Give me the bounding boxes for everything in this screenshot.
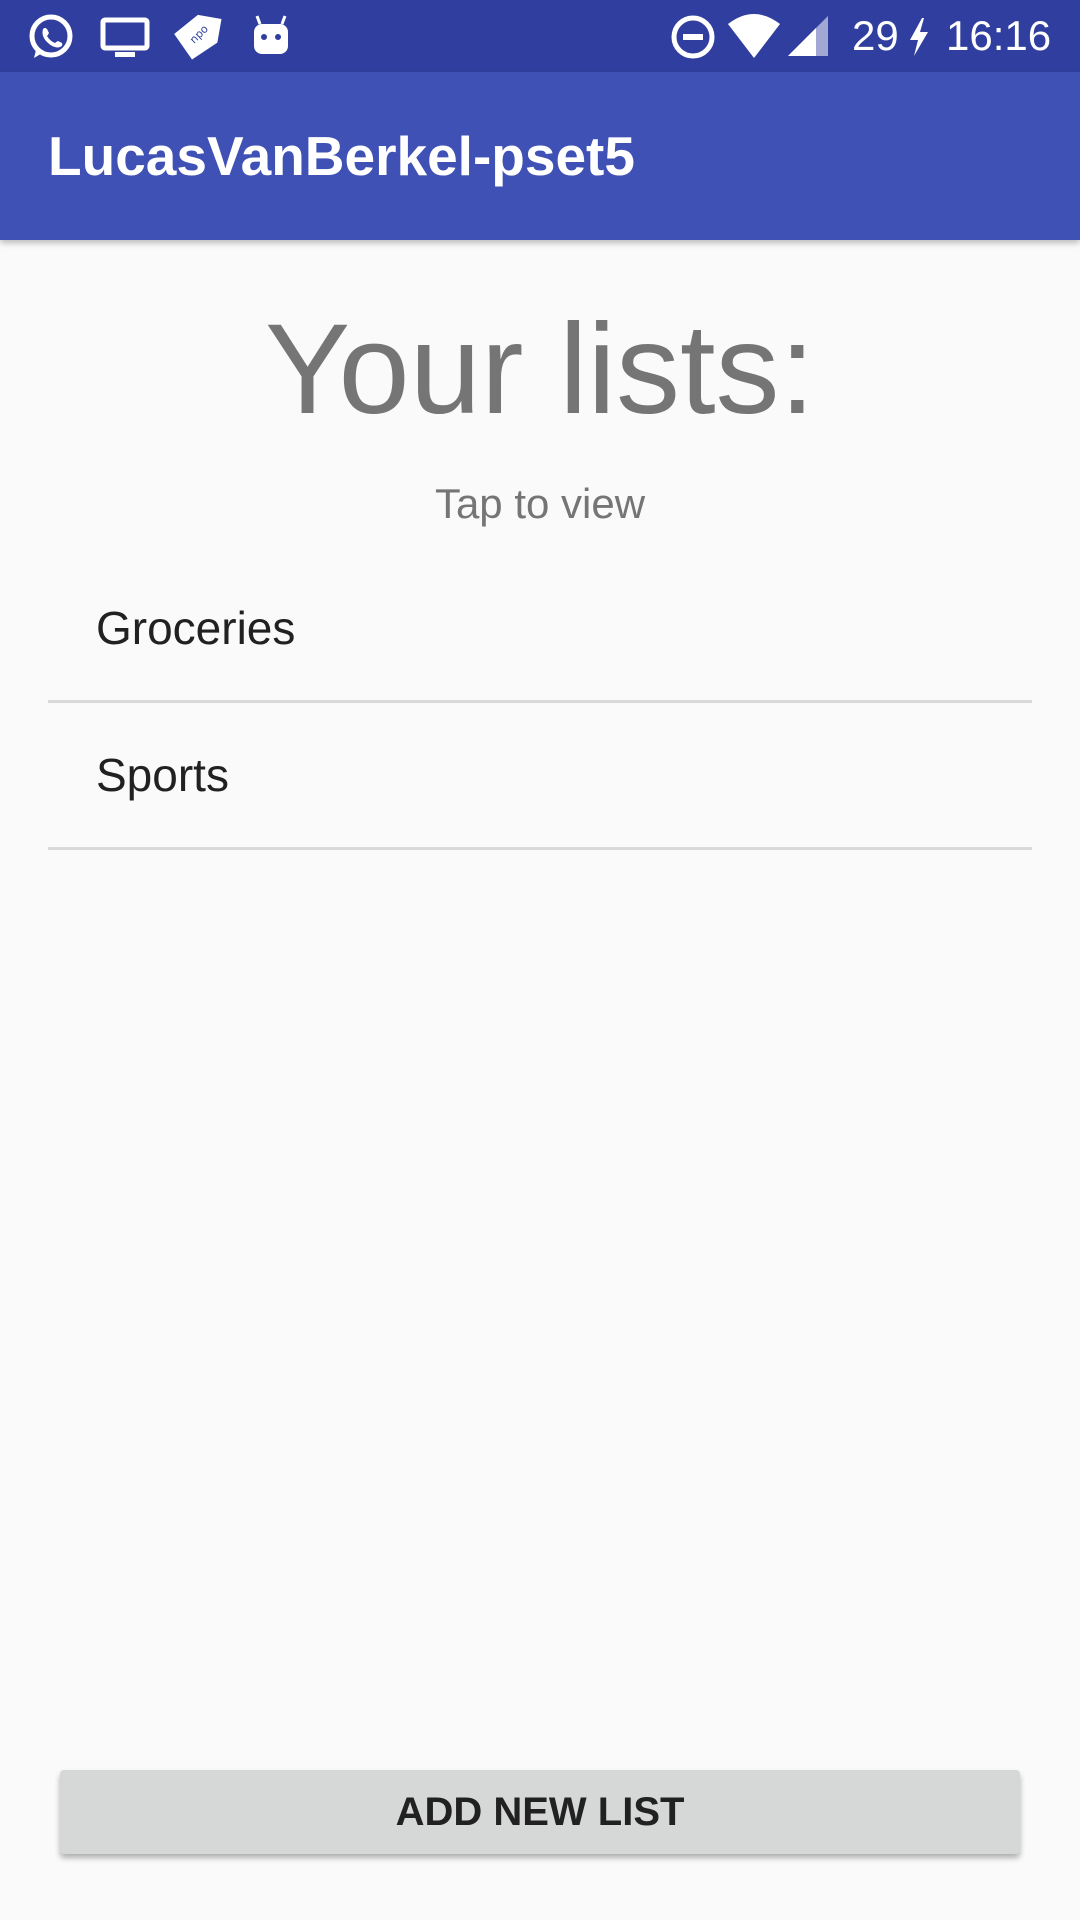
- wifi-icon: [726, 12, 782, 62]
- list-item-label: Groceries: [96, 602, 296, 654]
- charging-bolt-icon: [904, 12, 934, 62]
- page-subtitle: Tap to view: [434, 480, 646, 527]
- status-bar: npo 29 16:16: [0, 0, 1080, 72]
- whatsapp-icon: [26, 12, 76, 62]
- lists-list: Groceries Sports: [48, 556, 1032, 850]
- list-item-label: Sports: [96, 749, 229, 801]
- tv-icon: [100, 12, 150, 62]
- clock: 16:16: [946, 12, 1052, 59]
- page-title: Your lists:: [264, 298, 816, 441]
- npo-tag-icon: npo: [172, 12, 222, 62]
- app-bar: LucasVanBerkel-pset5: [0, 72, 1080, 240]
- do-not-disturb-icon: [668, 12, 718, 62]
- cellular-signal-icon: [784, 12, 834, 62]
- list-item-groceries[interactable]: Groceries: [48, 556, 1032, 703]
- battery-level: 29: [852, 12, 899, 59]
- add-new-list-button[interactable]: ADD NEW LIST: [60, 1770, 1020, 1854]
- app-title: LucasVanBerkel-pset5: [48, 125, 635, 187]
- list-item-sports[interactable]: Sports: [48, 703, 1032, 850]
- android-bot-icon: [246, 12, 296, 62]
